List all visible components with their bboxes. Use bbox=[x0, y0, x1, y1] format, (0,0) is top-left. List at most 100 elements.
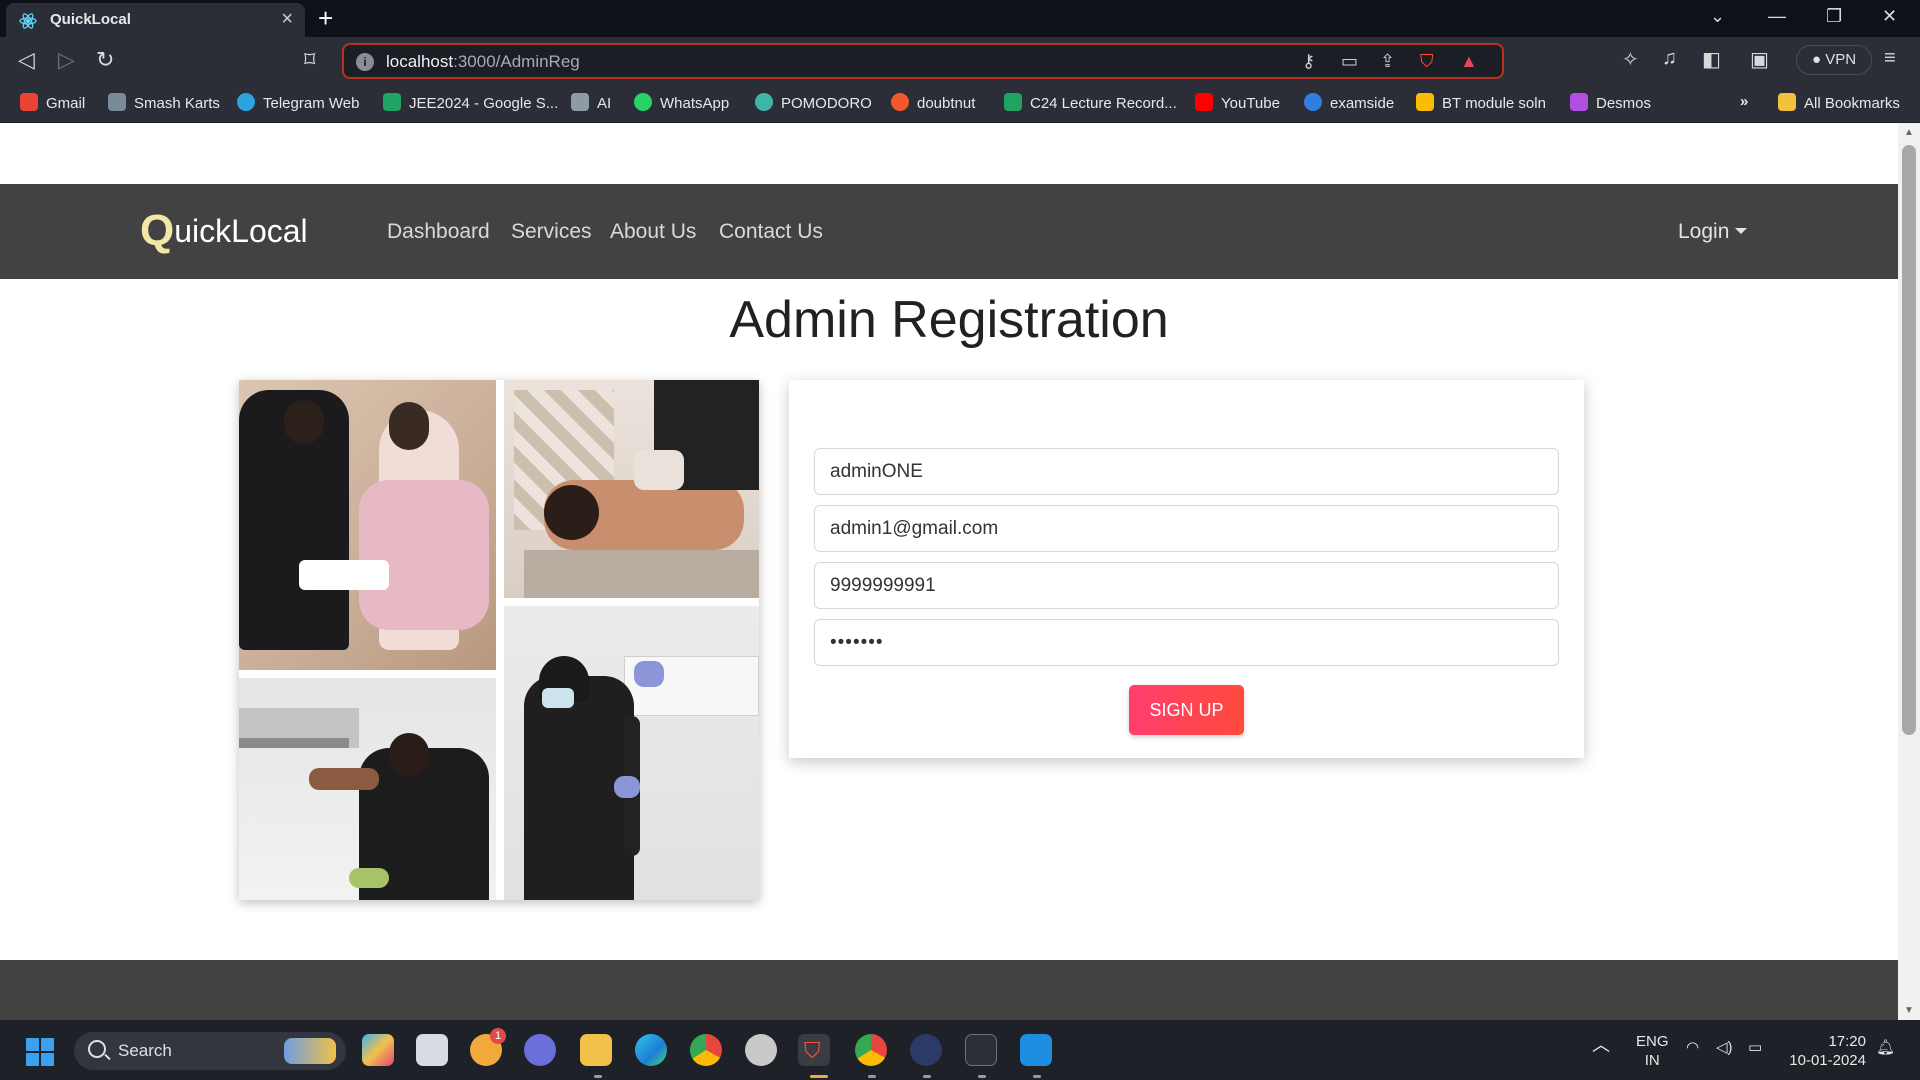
scroll-down-icon[interactable]: ▼ bbox=[1904, 1005, 1914, 1016]
sidebar-icon[interactable]: ◧ bbox=[1702, 47, 1721, 72]
pomodoro-icon bbox=[755, 93, 773, 111]
teams-chat-icon[interactable] bbox=[524, 1034, 556, 1066]
bookmark-pomodoro[interactable]: POMODORO bbox=[755, 93, 872, 112]
nav-about-us[interactable]: About Us bbox=[610, 220, 696, 244]
repair-service-photo bbox=[239, 678, 496, 900]
username-field[interactable] bbox=[814, 448, 1559, 495]
page-viewport: QuickLocal Dashboard Services About Us C… bbox=[0, 123, 1898, 1020]
bookmark-examside[interactable]: examside bbox=[1304, 93, 1394, 112]
bookmark-ai[interactable]: AI bbox=[571, 93, 611, 112]
new-tab-button[interactable]: + bbox=[318, 3, 333, 34]
bookmark-gmail[interactable]: Gmail bbox=[20, 93, 85, 112]
weather-icon[interactable]: 1 bbox=[470, 1028, 506, 1066]
address-url[interactable]: localhost:3000/AdminReg bbox=[386, 52, 580, 72]
tab-search-chevron-icon[interactable]: ⌄ bbox=[1710, 6, 1725, 27]
ac-service-photo bbox=[504, 606, 759, 900]
file-explorer-icon[interactable] bbox=[580, 1034, 612, 1066]
openai-icon bbox=[571, 93, 589, 111]
browser-tab-active[interactable]: QuickLocal × bbox=[6, 3, 305, 37]
caret-down-icon bbox=[1735, 228, 1748, 234]
forward-icon[interactable]: ▷ bbox=[58, 47, 75, 73]
search-highlight-icon bbox=[284, 1038, 336, 1064]
scroll-up-icon[interactable]: ▲ bbox=[1904, 127, 1914, 138]
copilot-icon[interactable] bbox=[362, 1034, 394, 1066]
more-bookmarks-icon[interactable]: » bbox=[1740, 93, 1748, 110]
menu-icon[interactable]: ≡ bbox=[1884, 47, 1896, 70]
media-icon[interactable]: ♫ bbox=[1662, 47, 1677, 70]
language-indicator[interactable]: ENG IN bbox=[1636, 1032, 1669, 1070]
bookmark-youtube[interactable]: YouTube bbox=[1195, 93, 1280, 112]
password-field[interactable] bbox=[814, 619, 1559, 666]
battery-icon[interactable]: ▭ bbox=[1748, 1038, 1762, 1057]
back-icon[interactable]: ◁ bbox=[18, 47, 35, 73]
cast-icon[interactable]: ▭ bbox=[1341, 51, 1358, 72]
extensions-icon[interactable]: ✧ bbox=[1622, 47, 1639, 72]
address-bar[interactable]: i localhost:3000/AdminReg ⚷ ▭ ⇪ ⛉ ▲ bbox=[342, 43, 1504, 79]
windows-start-icon[interactable] bbox=[26, 1038, 54, 1066]
vpn-button[interactable]: ● VPN bbox=[1796, 45, 1872, 75]
volume-icon[interactable]: ◁) bbox=[1716, 1038, 1733, 1057]
brand-logo[interactable]: QuickLocal bbox=[140, 206, 308, 256]
brave-rewards-icon[interactable]: ▲ bbox=[1460, 51, 1478, 72]
sign-up-button[interactable]: SIGN UP bbox=[1129, 685, 1244, 735]
tab-close-icon[interactable]: × bbox=[281, 8, 293, 31]
chrome-profile-icon[interactable] bbox=[855, 1034, 887, 1066]
page-scrollbar[interactable]: ▲ ▼ bbox=[1898, 123, 1920, 1020]
task-view-icon[interactable] bbox=[416, 1034, 448, 1066]
window-close-icon[interactable]: ✕ bbox=[1882, 6, 1897, 27]
gmail-icon bbox=[20, 93, 38, 111]
wallet-icon[interactable]: ▣ bbox=[1750, 47, 1769, 72]
taskbar-search[interactable]: Search bbox=[74, 1032, 346, 1070]
examside-icon bbox=[1304, 93, 1322, 111]
brave-taskbar-button[interactable]: ⛉ bbox=[798, 1034, 830, 1066]
bookmark-telegram[interactable]: Telegram Web bbox=[237, 93, 359, 112]
terminal-icon[interactable] bbox=[965, 1034, 997, 1066]
phone-field[interactable] bbox=[814, 562, 1559, 609]
reload-icon[interactable]: ↻ bbox=[96, 47, 114, 73]
search-icon bbox=[88, 1040, 106, 1058]
bookmark-whatsapp[interactable]: WhatsApp bbox=[634, 93, 729, 112]
all-bookmarks-folder[interactable]: All Bookmarks bbox=[1778, 93, 1900, 112]
browser-toolbar: ◁ ▷ ↻ ⌑ i localhost:3000/AdminReg ⚷ ▭ ⇪ … bbox=[0, 37, 1920, 85]
bookmark-smash-karts[interactable]: Smash Karts bbox=[108, 93, 220, 112]
chevron-up-icon[interactable]: ︿ bbox=[1592, 1036, 1610, 1055]
edge-icon[interactable] bbox=[635, 1034, 667, 1066]
clock[interactable]: 17:20 10-01-2024 bbox=[1786, 1032, 1866, 1070]
bookmark-jee2024[interactable]: JEE2024 - Google S... bbox=[383, 93, 558, 112]
login-dropdown[interactable]: Login bbox=[1678, 220, 1748, 244]
page-title: Admin Registration bbox=[729, 291, 1169, 349]
site-info-icon[interactable]: i bbox=[356, 53, 374, 71]
bookmark-bt-module[interactable]: BT module soln bbox=[1416, 93, 1546, 112]
youtube-icon bbox=[1195, 93, 1213, 111]
scrollbar-thumb[interactable] bbox=[1902, 145, 1916, 735]
desmos-icon bbox=[1570, 93, 1588, 111]
share-icon[interactable]: ⇪ bbox=[1380, 51, 1395, 72]
restore-icon[interactable]: ❐ bbox=[1826, 6, 1842, 27]
nav-contact-us[interactable]: Contact Us bbox=[719, 220, 823, 244]
notifications-bell-icon[interactable]: 🔔︎ bbox=[1876, 1038, 1895, 1057]
bookmark-doubtnut[interactable]: doubtnut bbox=[891, 93, 975, 112]
running-indicator bbox=[978, 1075, 986, 1078]
eclipse-icon[interactable] bbox=[910, 1034, 942, 1066]
minimize-icon[interactable]: — bbox=[1768, 6, 1786, 27]
running-indicator bbox=[923, 1075, 931, 1078]
email-field[interactable] bbox=[814, 505, 1559, 552]
bookmark-desmos[interactable]: Desmos bbox=[1570, 93, 1651, 112]
brave-shields-icon[interactable]: ⛉ bbox=[1420, 51, 1434, 72]
chrome-icon[interactable] bbox=[690, 1034, 722, 1066]
registration-form: SIGN UP bbox=[789, 380, 1584, 758]
services-collage bbox=[239, 380, 759, 900]
bookmark-icon[interactable]: ⌑ bbox=[304, 47, 315, 73]
bookmarks-bar: Gmail Smash Karts Telegram Web JEE2024 -… bbox=[0, 85, 1920, 123]
nav-dashboard[interactable]: Dashboard bbox=[387, 220, 490, 244]
wifi-icon[interactable]: ◠ bbox=[1686, 1038, 1699, 1057]
bookmark-c24[interactable]: C24 Lecture Record... bbox=[1004, 93, 1177, 112]
clock-app-icon[interactable] bbox=[745, 1034, 777, 1066]
browser-tab-strip: QuickLocal × + ⌄ — ❐ ✕ bbox=[0, 0, 1920, 37]
key-icon[interactable]: ⚷ bbox=[1302, 51, 1315, 72]
nav-services[interactable]: Services bbox=[511, 220, 592, 244]
vscode-icon[interactable] bbox=[1020, 1034, 1052, 1066]
running-indicator bbox=[868, 1075, 876, 1078]
sheets-icon bbox=[383, 93, 401, 111]
sheets-icon bbox=[1004, 93, 1022, 111]
